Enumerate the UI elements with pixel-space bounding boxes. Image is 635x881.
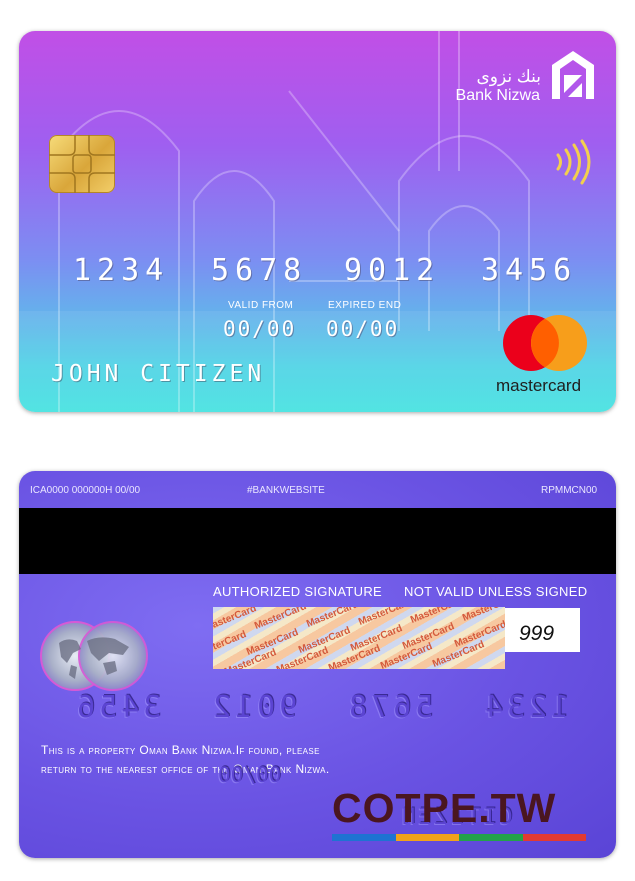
embossed-number-group-1: 3456 <box>73 690 162 725</box>
expired-end-label: EXPIRED END <box>328 300 402 311</box>
bank-name: Bank Nizwa <box>455 87 540 104</box>
authorized-signature-label: AUTHORIZED SIGNATURE <box>213 584 382 599</box>
bank-name-arabic: بنك نزوى <box>476 67 541 86</box>
valid-from-date: 00/00 <box>223 317 297 341</box>
embossed-date: 00/00 <box>218 763 282 787</box>
emv-chip-icon <box>49 135 115 193</box>
mastercard-wordmark: mastercard <box>496 376 582 395</box>
cvv-code: 999 <box>519 622 555 645</box>
disclaimer-text: This is a property Oman Bank Nizwa.If fo… <box>41 741 330 779</box>
watermark: COTPE.TW <box>332 786 586 841</box>
bank-website: #BANKWEBSITE <box>247 485 325 496</box>
watermark-color-bar <box>332 834 586 841</box>
magnetic-stripe <box>19 508 616 574</box>
disclaimer-line-1: This is a property Oman Bank Nizwa.If fo… <box>41 743 320 757</box>
disclaimer-line-2: return to the nearest office of the Oman… <box>41 762 330 776</box>
card-number-group-1: 1234 <box>73 253 170 288</box>
card-number-group-2: 5678 <box>211 253 308 288</box>
cardholder-name: JOHN CITIZEN <box>51 361 266 387</box>
card-code: RPMMCN00 <box>541 485 598 496</box>
embossed-number-group-4: 1234 <box>481 690 570 725</box>
watermark-text: COTPE.TW <box>332 785 557 831</box>
signature-panel: MasterCard MasterCard MasterCard MasterC… <box>213 607 505 669</box>
not-valid-label: NOT VALID UNLESS SIGNED <box>404 584 588 599</box>
ica-code: ICA0000 000000H 00/00 <box>30 485 141 496</box>
card-front: بنك نزوى Bank Nizwa 1234 5678 9012 3456 … <box>19 31 616 412</box>
embossed-number-group-3: 5678 <box>345 690 434 725</box>
card-number-group-3: 9012 <box>344 253 441 288</box>
bank-nizwa-logo-icon <box>552 51 594 99</box>
valid-from-label: VALID FROM <box>228 300 294 311</box>
embossed-number-group-2: 9012 <box>209 690 298 725</box>
mastercard-logo-icon <box>503 315 587 371</box>
expiry-date: 00/00 <box>326 317 400 341</box>
card-number-group-4: 3456 <box>481 253 578 288</box>
contactless-icon <box>556 139 591 185</box>
hologram-globe-icon <box>40 621 148 691</box>
